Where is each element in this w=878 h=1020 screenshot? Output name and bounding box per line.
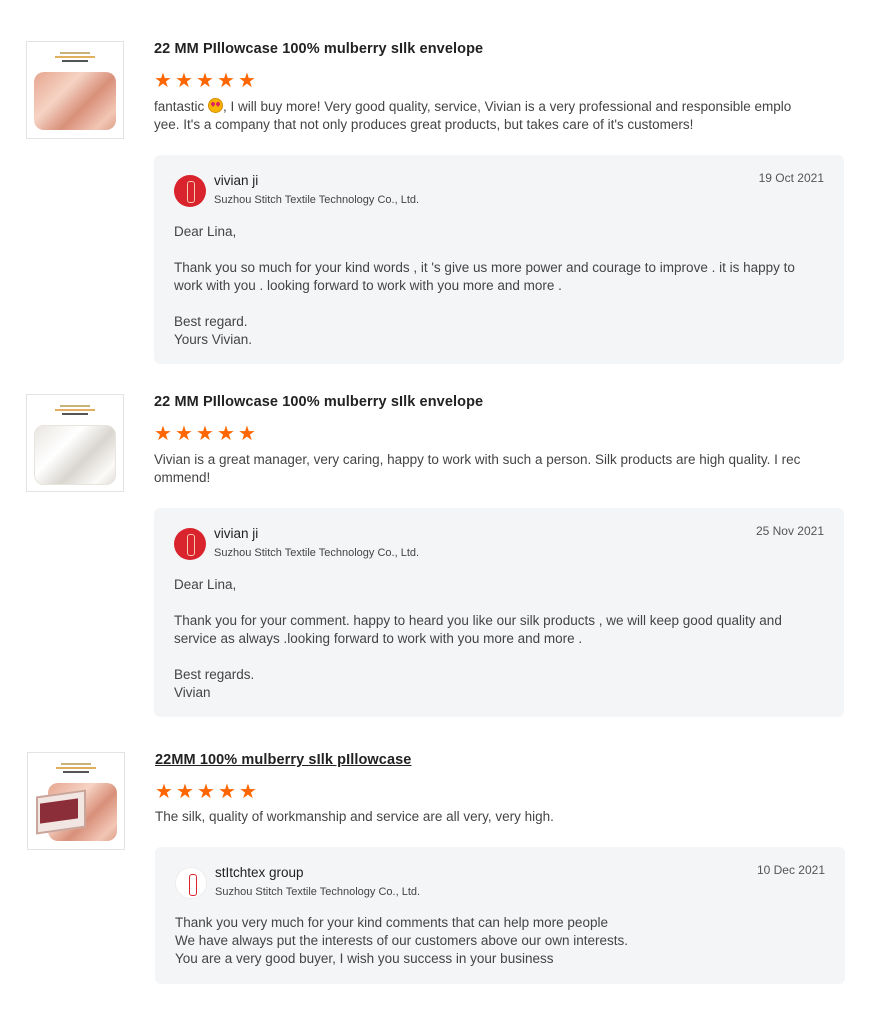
star-icon: ★ (217, 68, 235, 92)
reply-company: Suzhou Stitch Textile Technology Co., Lt… (214, 547, 420, 559)
star-icon: ★ (197, 779, 215, 803)
product-title[interactable]: 22 MM PIllowcase 100% mulberry sIlk enve… (154, 41, 483, 57)
star-icon: ★ (154, 68, 172, 92)
package-label-graphic (54, 761, 98, 783)
star-icon: ★ (176, 779, 194, 803)
reply-date: 25 Nov 2021 (755, 524, 824, 538)
reply-author-name: stItchtex group (215, 865, 304, 880)
product-title[interactable]: 22 MM PIllowcase 100% mulberry sIlk enve… (154, 394, 483, 410)
star-icon: ★ (175, 421, 193, 445)
reply-author-name: vivian ji (214, 173, 259, 188)
white-pillowcase-image (34, 425, 116, 485)
company-logo-avatar (174, 528, 206, 560)
star-icon: ★ (196, 68, 214, 92)
rating-stars: ★ ★ ★ ★ ★ (155, 779, 257, 803)
package-label-graphic (53, 403, 97, 425)
product-thumbnail[interactable] (27, 752, 125, 850)
star-icon: ★ (218, 779, 236, 803)
product-thumbnail[interactable] (26, 41, 124, 139)
seller-reply: vivian ji Suzhou Stitch Textile Technolo… (154, 155, 844, 364)
reply-body: Thank you very much for your kind commen… (175, 915, 628, 966)
seller-reply: vivian ji Suzhou Stitch Textile Technolo… (154, 508, 844, 717)
star-struck-emoji-icon (208, 98, 224, 113)
rose-pillowcase-image (34, 72, 116, 130)
star-icon: ★ (238, 421, 256, 445)
reply-company: Suzhou Stitch Textile Technology Co., Lt… (214, 194, 420, 206)
star-icon: ★ (238, 68, 256, 92)
review-comment: Vivian is a great manager, very caring, … (154, 452, 801, 485)
star-icon: ★ (155, 779, 173, 803)
star-icon: ★ (217, 421, 235, 445)
company-logo-avatar (175, 867, 207, 899)
seller-reply: stItchtex group Suzhou Stitch Textile Te… (155, 847, 845, 984)
product-title-link[interactable]: 22MM 100% mulberry sIlk pIllowcase (155, 752, 411, 768)
reply-date: 10 Dec 2021 (756, 863, 825, 877)
review-comment: fantastic , I will buy more! Very good q… (154, 98, 792, 132)
rating-stars: ★ ★ ★ ★ ★ (154, 68, 256, 92)
star-icon: ★ (239, 779, 257, 803)
reply-body: Dear Lina, Thank you for your comment. ha… (174, 577, 782, 700)
company-logo-avatar (174, 175, 206, 207)
reply-company: Suzhou Stitch Textile Technology Co., Lt… (215, 886, 421, 898)
reply-body: Dear Lina, Thank you so much for your kin… (174, 224, 795, 347)
star-icon: ★ (175, 68, 193, 92)
reply-date: 19 Oct 2021 (758, 171, 824, 185)
review-comment: The silk, quality of workmanship and ser… (155, 809, 554, 824)
rating-stars: ★ ★ ★ ★ ★ (154, 421, 256, 445)
reply-author-name: vivian ji (214, 526, 259, 541)
product-thumbnail[interactable] (26, 394, 124, 492)
package-label-graphic (53, 50, 97, 72)
star-icon: ★ (154, 421, 172, 445)
star-icon: ★ (196, 421, 214, 445)
